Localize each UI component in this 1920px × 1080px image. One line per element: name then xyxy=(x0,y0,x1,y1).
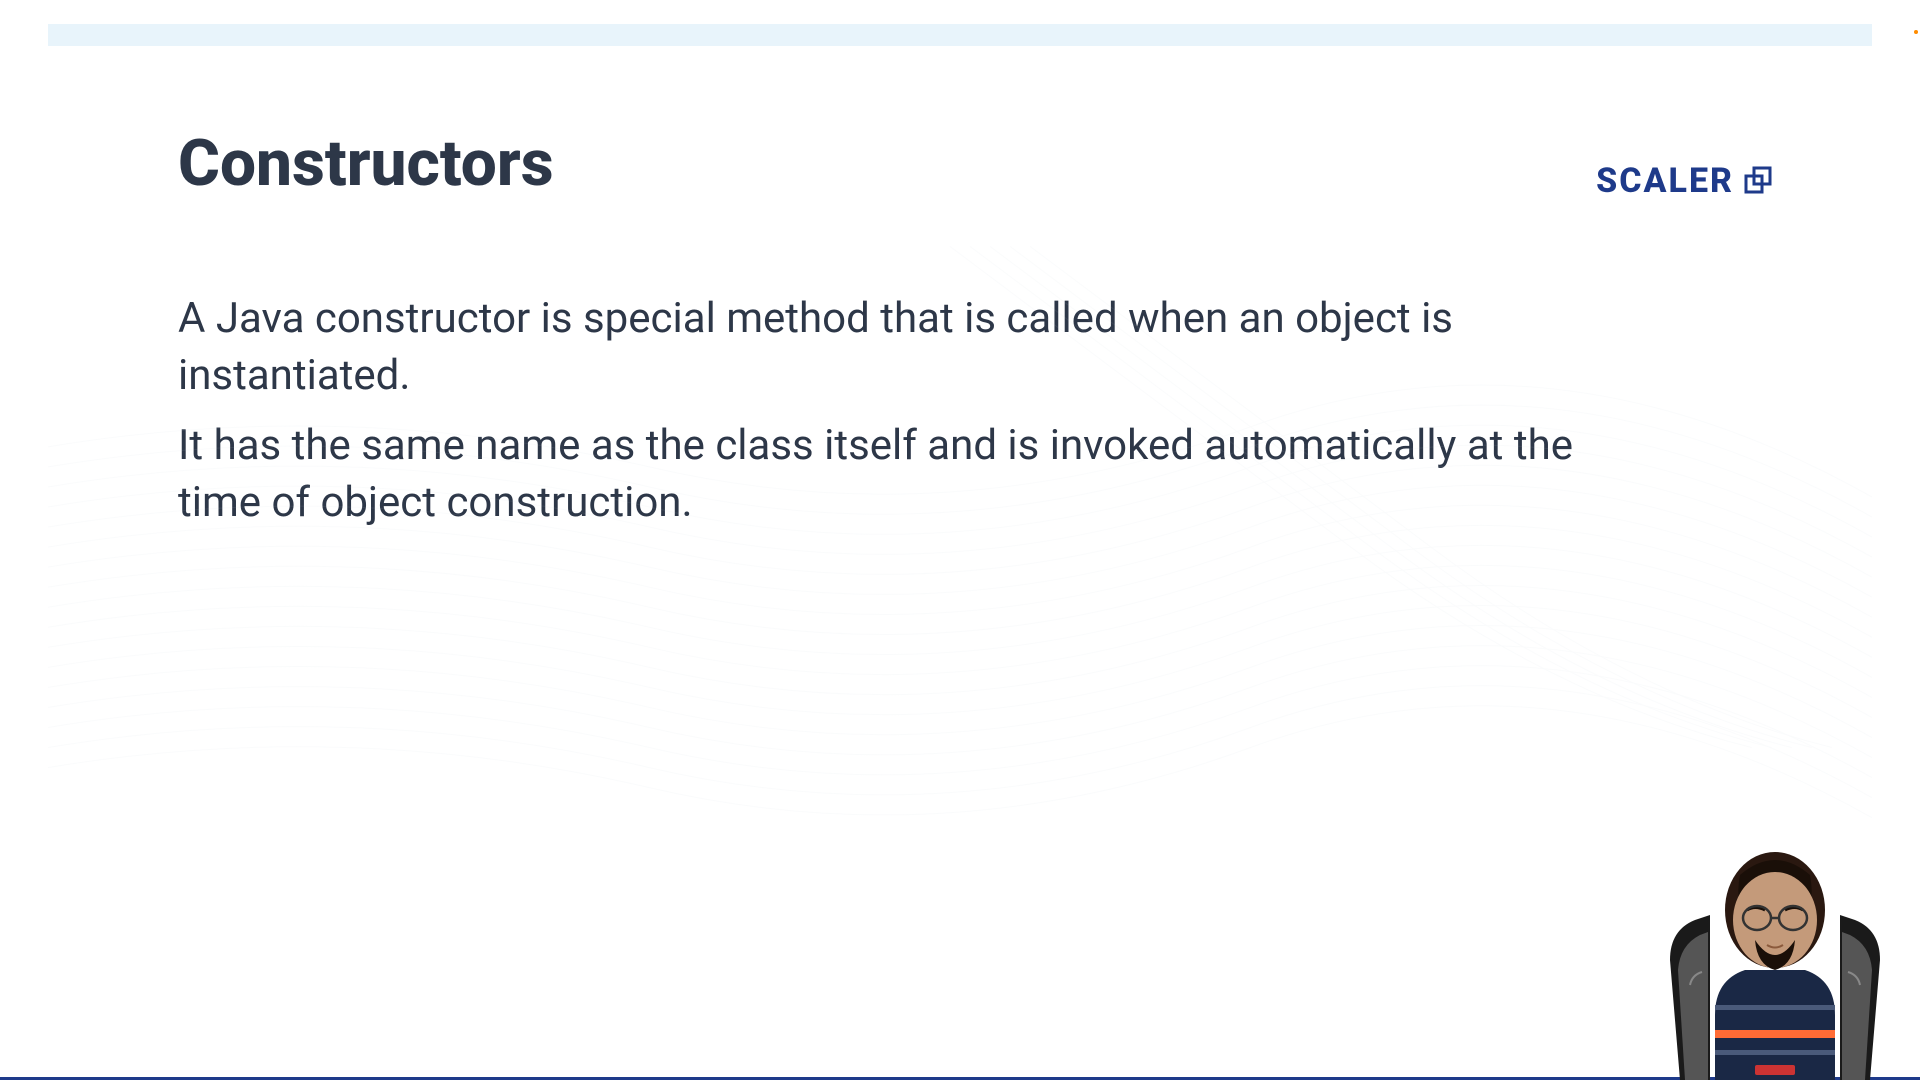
slide-content: SCALER Constructors A Java constructor i… xyxy=(48,46,1872,1080)
slide-title: Constructors xyxy=(178,126,1742,201)
recording-indicator xyxy=(1914,30,1918,34)
scaler-icon xyxy=(1742,166,1772,196)
top-accent-bar xyxy=(48,24,1872,46)
brand-logo: SCALER xyxy=(1596,161,1772,201)
paragraph-1: A Java constructor is special method tha… xyxy=(178,291,1628,404)
brand-name: SCALER xyxy=(1596,161,1734,201)
presenter-person xyxy=(1685,840,1865,1080)
presenter-webcam xyxy=(1660,810,1890,1080)
paragraph-2: It has the same name as the class itself… xyxy=(178,418,1628,531)
